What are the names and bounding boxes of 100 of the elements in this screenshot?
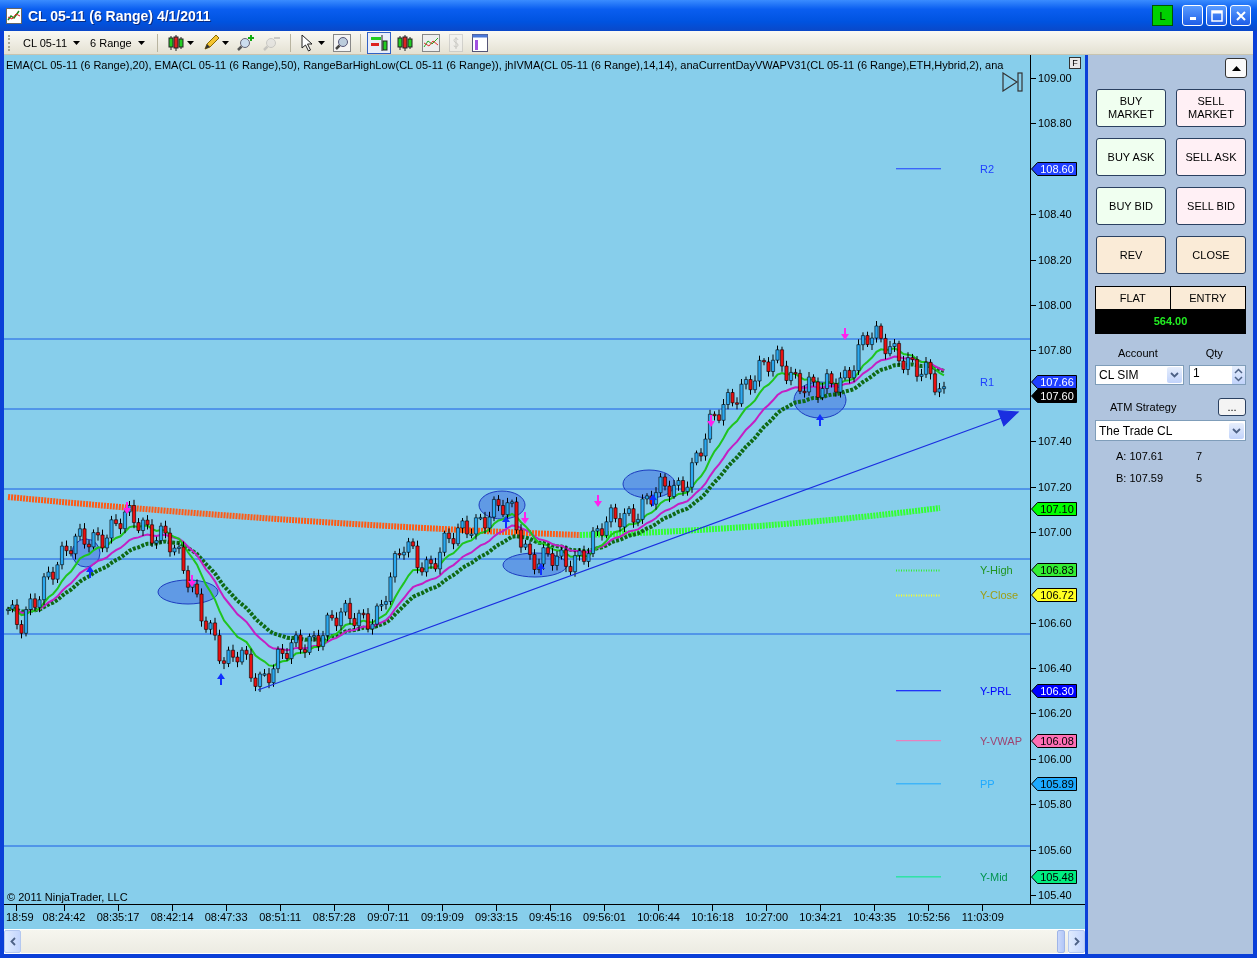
price-tag: 106.30 — [1031, 683, 1077, 698]
chart-icon — [6, 7, 22, 24]
period-dropdown[interactable]: 6 Range — [88, 36, 151, 49]
price-tag: 107.60 — [1031, 388, 1077, 403]
up-arrow-icon — [816, 414, 824, 426]
time-label: 09:33:15 — [475, 911, 518, 923]
qty-label: Qty — [1205, 347, 1223, 361]
down-arrow-icon — [188, 575, 196, 587]
order-button[interactable]: BUY BID — [1096, 187, 1166, 225]
quote-price: A: 107.61 — [1116, 450, 1165, 463]
time-label: 08:35:17 — [96, 911, 140, 923]
price-label: 108.00 — [1038, 297, 1072, 312]
atm-settings-button[interactable]: ... — [1218, 398, 1246, 416]
indicator-legend: EMA(CL 05-11 (6 Range),20), EMA(CL 05-11 (6 Range),50), RangeBarHighLow(CL 05-11 (6 Range)), jhIVMA(CL 05-11 (6 Range),14,14), anaCurrentDayVWAPV31(CL 05-11 (6 Range),ETH,Hybrid,2), ana — [6, 59, 1004, 71]
price-label: 109.00 — [1038, 71, 1072, 85]
order-bars-icon — [369, 33, 388, 52]
quote-size: 5 — [1196, 472, 1203, 485]
price-tag: 105.89 — [1031, 776, 1077, 791]
quote-price: B: 107.59 — [1116, 472, 1165, 485]
time-label: 10:06:44 — [637, 911, 680, 923]
down-arrow-icon — [707, 415, 715, 427]
time-label: 11:03:09 — [961, 911, 1004, 923]
close-button[interactable] — [1230, 5, 1251, 26]
price-tag: 108.60 — [1031, 161, 1077, 176]
price-label: 106.40 — [1038, 661, 1072, 676]
price-label: 108.40 — [1038, 207, 1072, 222]
window-title: CL 05-11 (6 Range) 4/1/2011 — [28, 7, 212, 24]
format-button[interactable]: F — [1069, 57, 1081, 69]
time-label: 08:47:33 — [204, 911, 248, 923]
price-label: 108.20 — [1038, 252, 1072, 267]
candlestick-icon — [166, 33, 185, 52]
down-arrow-icon — [123, 502, 131, 514]
highlight-ellipse — [157, 579, 219, 605]
copyright-text: © 2011 NinjaTrader, LLC — [7, 891, 128, 903]
scroll-end-icon[interactable] — [1002, 72, 1024, 92]
price-tag: 106.72 — [1031, 588, 1077, 603]
account-dropdown[interactable]: CL SIM — [1095, 365, 1184, 385]
price-label: 107.40 — [1038, 434, 1072, 449]
price-label: 107.80 — [1038, 343, 1072, 358]
price-label: 105.40 — [1038, 888, 1072, 902]
level-label: PP — [980, 777, 995, 790]
time-label: 09:45:16 — [529, 911, 572, 923]
level-label: Y-Close — [980, 589, 1019, 602]
time-label: 10:34:21 — [799, 911, 843, 923]
price-label: 106.20 — [1038, 706, 1072, 721]
chevron-down-icon — [1170, 372, 1179, 378]
price-tag: 106.83 — [1031, 563, 1077, 578]
time-label: 10:27:00 — [745, 911, 789, 923]
price-label: 106.00 — [1038, 751, 1072, 766]
time-label: 09:56:01 — [583, 911, 626, 923]
zoom-in-icon — [236, 33, 255, 52]
qty-spinner[interactable]: 1 — [1189, 365, 1246, 385]
caret-icon — [221, 40, 229, 45]
level-label: Y-High — [980, 564, 1013, 577]
order-button[interactable]: REV — [1096, 236, 1166, 274]
instrument-dropdown[interactable]: CL 05-11 — [21, 36, 87, 49]
order-button[interactable]: SELL BID — [1176, 187, 1246, 225]
time-label: 08:51:11 — [259, 911, 302, 923]
order-button[interactable]: BUY ASK — [1096, 138, 1166, 176]
caret-icon — [186, 40, 194, 45]
minimize-button[interactable] — [1182, 5, 1203, 26]
level-label: R2 — [980, 162, 995, 175]
up-arrow-icon — [649, 494, 657, 506]
time-label: 18:59 — [6, 911, 34, 923]
order-button[interactable]: SELL ASK — [1176, 138, 1246, 176]
toolbar-button[interactable] — [366, 31, 391, 54]
highlight-ellipse — [622, 469, 676, 499]
price-label: 106.60 — [1038, 615, 1072, 630]
scroll-left-button[interactable] — [4, 930, 21, 953]
level-label: Y-PRL — [980, 684, 1012, 697]
price-label: 108.80 — [1038, 116, 1072, 131]
dollar-icon — [447, 33, 464, 52]
order-button[interactable]: BUY MARKET — [1096, 89, 1166, 127]
magnifier-icon — [332, 33, 351, 52]
caret-icon — [137, 40, 145, 45]
scrollbar-thumb[interactable] — [1057, 930, 1065, 953]
spinner-arrows-icon — [1234, 368, 1243, 382]
atm-strategy-label: ATM Strategy — [1110, 401, 1177, 413]
price-label: 107.20 — [1038, 479, 1072, 494]
price-tag: 106.08 — [1031, 733, 1077, 748]
time-label: 08:57:28 — [312, 911, 356, 923]
collapse-button[interactable] — [1225, 58, 1247, 78]
scroll-right-button[interactable] — [1068, 930, 1085, 953]
order-button[interactable]: CLOSE — [1176, 236, 1246, 274]
maximize-button[interactable] — [1206, 5, 1227, 26]
close-icon — [1234, 9, 1247, 22]
time-label: 08:24:42 — [42, 911, 86, 923]
up-arrow-icon — [537, 563, 545, 575]
pencil-icon — [201, 33, 220, 52]
account-label: Account — [1118, 347, 1158, 361]
up-arrow-icon — [502, 516, 510, 528]
level-label: R1 — [980, 376, 995, 389]
atm-strategy-dropdown[interactable]: The Trade CL — [1095, 420, 1246, 441]
link-badge[interactable]: L — [1152, 5, 1173, 26]
price-tag: 105.48 — [1031, 869, 1077, 884]
down-arrow-icon — [521, 512, 529, 524]
chevron-down-icon — [1232, 427, 1241, 434]
maximize-icon — [1210, 9, 1223, 22]
chevron-left-icon — [9, 937, 16, 946]
order-button[interactable]: SELL MARKET — [1176, 89, 1246, 127]
